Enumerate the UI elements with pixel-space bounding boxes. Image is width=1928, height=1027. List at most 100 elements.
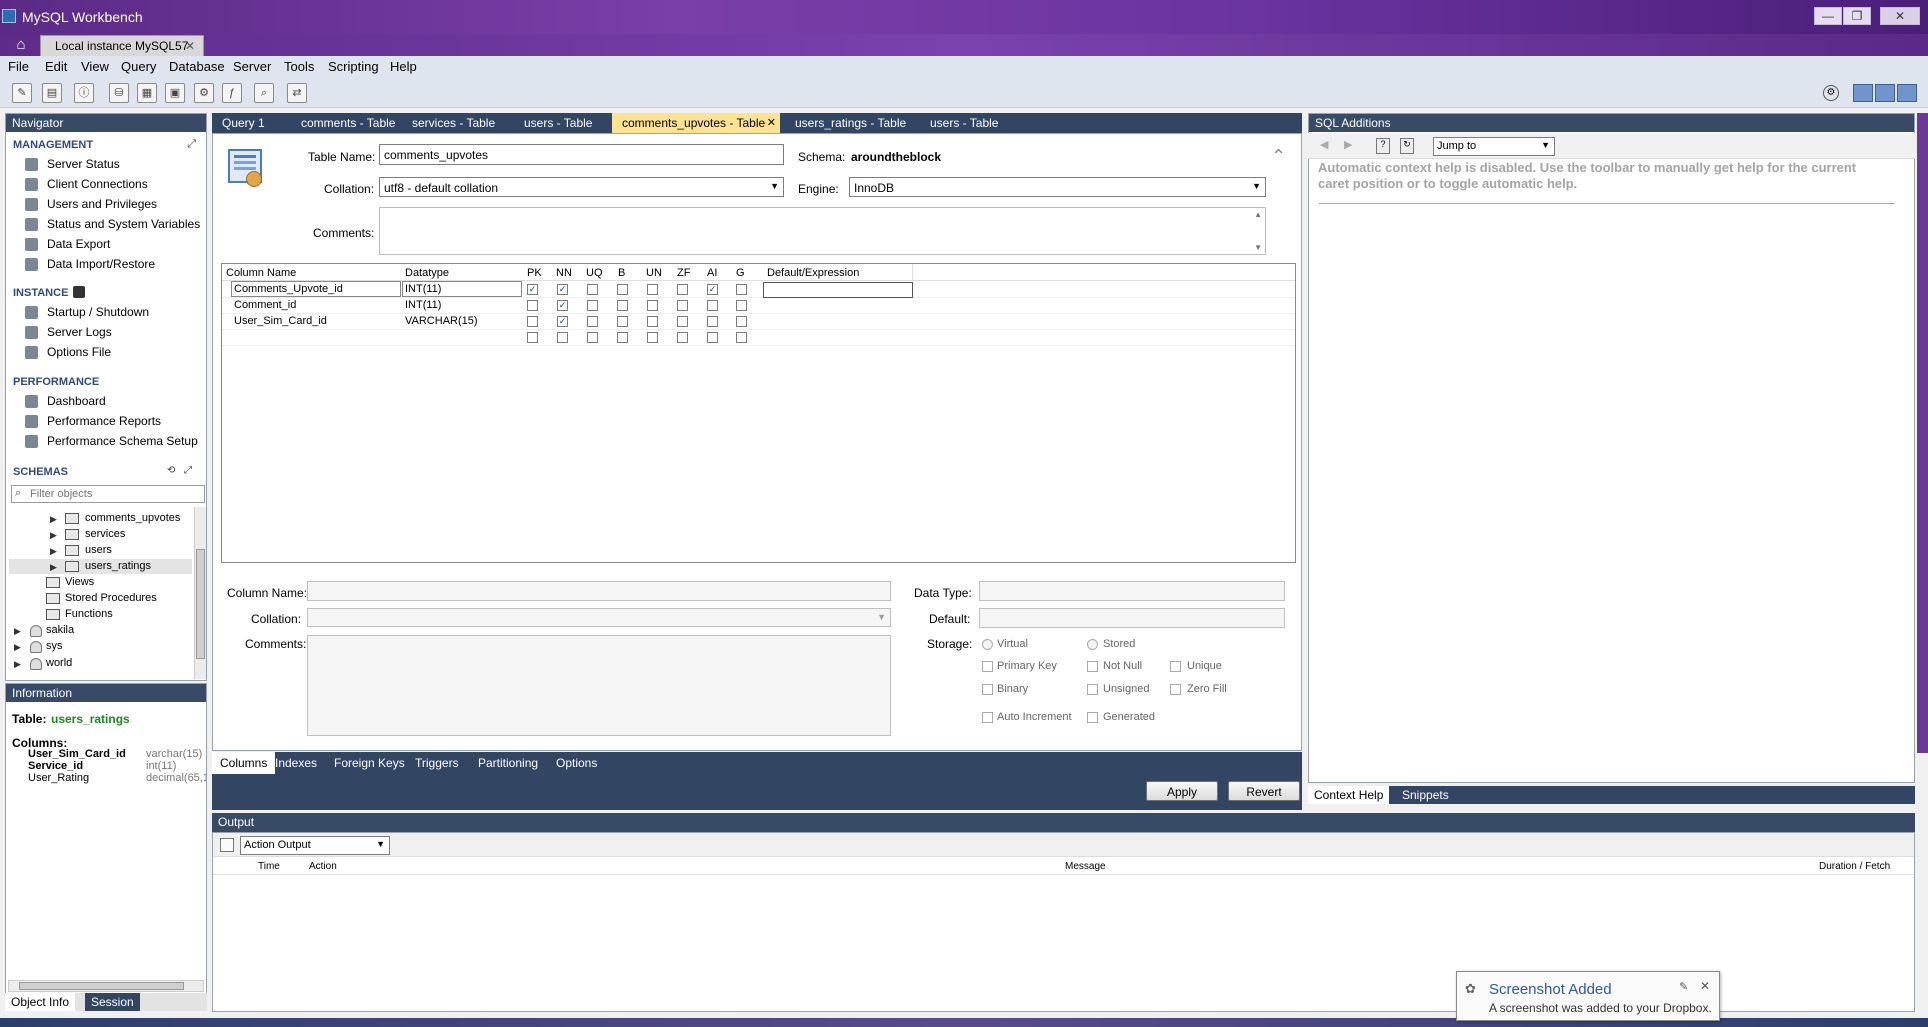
back-arrow-icon[interactable]: ◀ <box>1320 138 1328 151</box>
collapse-up-icon[interactable]: ⌃ <box>1271 146 1286 167</box>
nn-checkbox[interactable]: ✓ <box>557 284 568 295</box>
pk-checkbox[interactable] <box>527 316 538 327</box>
create-procedure-icon[interactable]: ⚙ <box>194 83 214 103</box>
close-window-button[interactable]: ✕ <box>1880 7 1920 25</box>
zf-checkbox[interactable] <box>677 300 688 311</box>
g-checkbox[interactable] <box>736 332 747 343</box>
pk-checkbox[interactable]: ✓ <box>527 284 538 295</box>
header-ai[interactable]: AI <box>707 267 717 279</box>
tab-session[interactable]: Session <box>85 993 140 1011</box>
jump-to-select[interactable]: Jump to ▼ <box>1433 137 1555 156</box>
header-duration-fetch[interactable]: Duration / Fetch <box>1819 861 1890 872</box>
header-pk[interactable]: PK <box>527 267 542 279</box>
un-checkbox[interactable] <box>647 300 658 311</box>
zf-checkbox[interactable] <box>677 284 688 295</box>
filter-objects-field[interactable]: ⌕ <box>11 485 205 503</box>
generated-checkbox[interactable] <box>1087 712 1098 723</box>
expand-arrow-icon[interactable]: ▶ <box>50 514 57 525</box>
tree-stored-procedures[interactable]: Stored Procedures <box>65 592 157 604</box>
tab-query-1[interactable]: Query 1 <box>212 113 275 133</box>
expand-arrow-icon[interactable]: ▶ <box>14 626 21 637</box>
menu-database[interactable]: Database <box>169 59 225 74</box>
uq-checkbox[interactable] <box>587 300 598 311</box>
nav-options-file[interactable]: Options File <box>47 345 111 359</box>
copy-output-icon[interactable] <box>220 838 234 852</box>
filter-objects-input[interactable] <box>28 486 202 502</box>
restore-button[interactable]: ❐ <box>1843 7 1871 25</box>
table-name-input[interactable]: comments_upvotes <box>379 144 784 165</box>
inspector-icon[interactable]: ⓘ <box>74 83 94 103</box>
header-g[interactable]: G <box>736 267 745 279</box>
pk-checkbox[interactable] <box>527 332 538 343</box>
scrollbar-thumb[interactable] <box>19 982 184 990</box>
home-icon[interactable]: ⌂ <box>8 36 34 54</box>
create-function-icon[interactable]: ƒ <box>222 83 242 103</box>
default-input[interactable] <box>979 608 1285 628</box>
nav-server-logs[interactable]: Server Logs <box>47 325 112 339</box>
connection-tab[interactable]: Local instance MySQL57 ✕ <box>40 35 204 56</box>
dropbox-notification[interactable]: ✿ Screenshot Added ✎ ✕ A screenshot was … <box>1456 971 1720 1021</box>
zf-checkbox[interactable] <box>677 332 688 343</box>
tree-schema-sys[interactable]: sys <box>46 640 63 652</box>
nav-users-and-privileges[interactable]: Users and Privileges <box>47 197 157 211</box>
expand-schemas-icon[interactable]: ⤢ <box>184 465 192 476</box>
ai-checkbox[interactable] <box>707 316 718 327</box>
grid-datatype-cell[interactable]: INT(11) <box>402 281 522 297</box>
header-datatype[interactable]: Datatype <box>405 267 449 279</box>
unsigned-checkbox[interactable] <box>1087 684 1098 695</box>
menu-file[interactable]: File <box>8 59 29 74</box>
close-tab-icon[interactable]: ✕ <box>767 116 776 129</box>
expand-icon[interactable]: ⤢ <box>187 138 196 151</box>
g-checkbox[interactable] <box>736 300 747 311</box>
tab-partitioning[interactable]: Partitioning <box>470 752 546 774</box>
search-table-data-icon[interactable]: ⌕ <box>254 83 274 103</box>
ai-checkbox[interactable] <box>707 332 718 343</box>
menu-help[interactable]: Help <box>390 59 417 74</box>
table-row[interactable] <box>222 330 1295 346</box>
create-view-icon[interactable]: ▣ <box>165 83 185 103</box>
nav-status-system-variables[interactable]: Status and System Variables <box>47 217 200 231</box>
tab-snippets[interactable]: Snippets <box>1396 786 1455 804</box>
pk-checkbox[interactable] <box>527 300 538 311</box>
column-comments-textarea[interactable] <box>307 635 891 736</box>
virtual-radio[interactable] <box>982 639 993 650</box>
zero-fill-checkbox[interactable] <box>1170 684 1181 695</box>
tab-comments-upvotes-table[interactable]: comments_upvotes - Table ✕ <box>612 113 780 133</box>
nav-performance-reports[interactable]: Performance Reports <box>47 414 161 428</box>
open-sql-script-icon[interactable]: ▤ <box>42 83 62 103</box>
binary-checkbox[interactable] <box>982 684 993 695</box>
grid-column-name-cell[interactable]: Comment_id <box>234 299 296 311</box>
expand-arrow-icon[interactable]: ▶ <box>50 530 57 541</box>
grid-column-name-cell[interactable]: User_Sim_Card_id <box>234 315 327 327</box>
nav-data-export[interactable]: Data Export <box>47 237 110 251</box>
column-name-input[interactable] <box>307 581 891 601</box>
data-type-input[interactable] <box>979 581 1285 601</box>
minimize-button[interactable]: — <box>1814 7 1842 25</box>
nn-checkbox[interactable]: ✓ <box>557 300 568 311</box>
tree-views[interactable]: Views <box>65 576 94 588</box>
menu-query[interactable]: Query <box>121 59 156 74</box>
unique-checkbox[interactable] <box>1170 661 1181 672</box>
primary-key-checkbox[interactable] <box>982 661 993 672</box>
tab-users-table-2[interactable]: users - Table <box>920 113 1008 133</box>
create-schema-icon[interactable]: ⛁ <box>109 83 129 103</box>
header-nn[interactable]: NN <box>556 267 572 279</box>
tree-schema-sakila[interactable]: sakila <box>46 624 74 636</box>
create-table-icon[interactable]: ▦ <box>137 83 157 103</box>
menu-scripting[interactable]: Scripting <box>328 59 379 74</box>
tree-schema-world[interactable]: world <box>46 657 72 669</box>
header-default-expression[interactable]: Default/Expression <box>767 267 859 279</box>
manual-help-icon[interactable]: ? <box>1376 138 1390 154</box>
grid-datatype-cell[interactable]: VARCHAR(15) <box>405 315 478 327</box>
not-null-checkbox[interactable] <box>1087 661 1098 672</box>
nav-server-status[interactable]: Server Status <box>47 157 120 171</box>
header-b[interactable]: B <box>618 267 625 279</box>
tree-functions[interactable]: Functions <box>65 608 113 620</box>
auto-increment-checkbox[interactable] <box>982 712 993 723</box>
g-checkbox[interactable] <box>736 284 747 295</box>
tab-context-help[interactable]: Context Help <box>1308 786 1390 804</box>
tree-table-users-ratings[interactable]: users_ratings <box>85 560 151 572</box>
b-checkbox[interactable] <box>617 332 628 343</box>
header-zf[interactable]: ZF <box>677 267 690 279</box>
schema-tree-scrollbar[interactable] <box>194 507 206 679</box>
